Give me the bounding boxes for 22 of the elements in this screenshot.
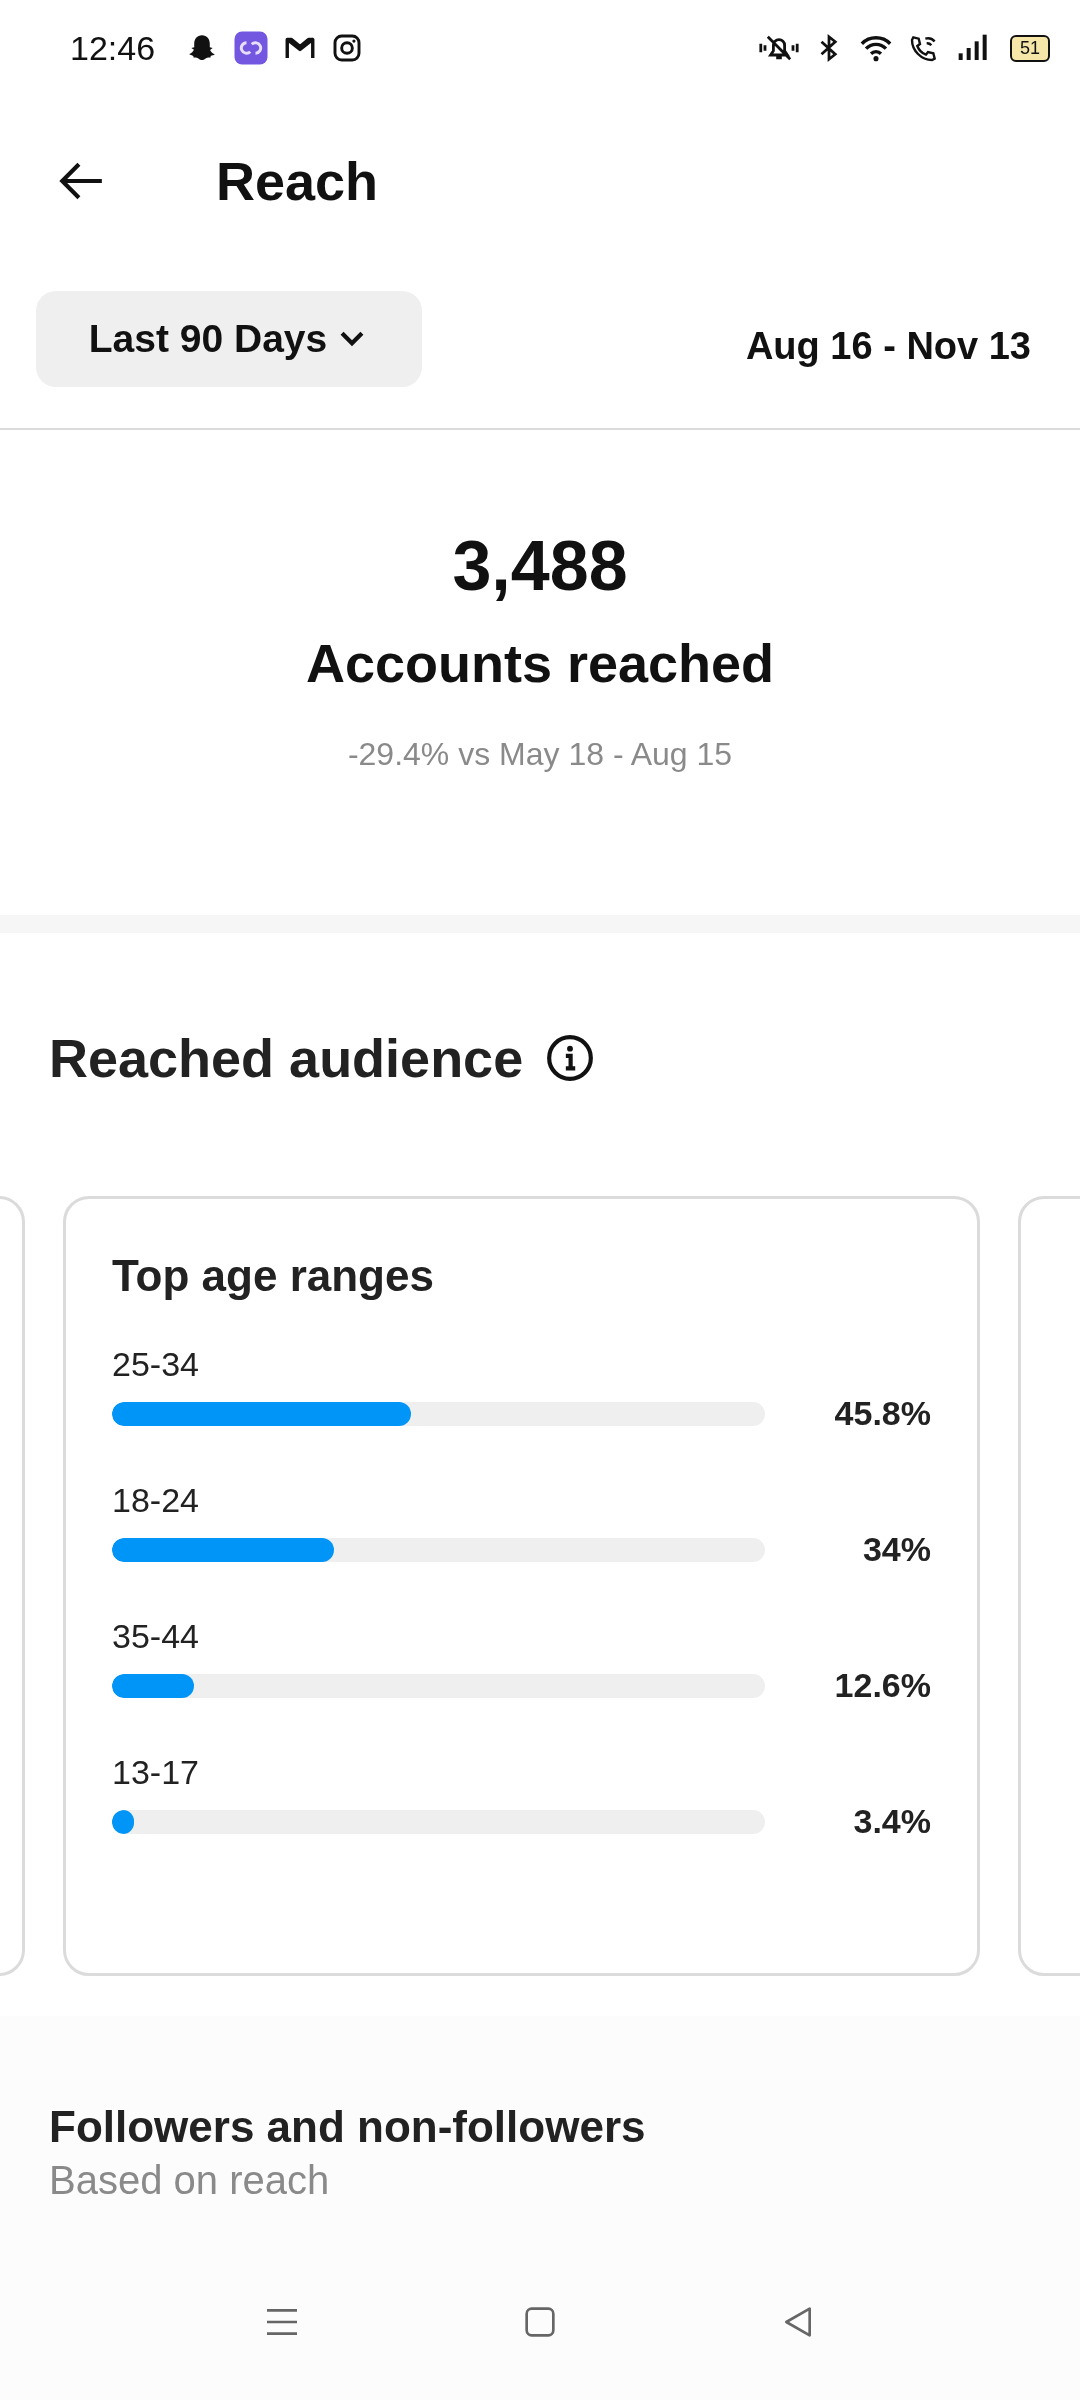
date-range-text: Aug 16 - Nov 13: [745, 324, 1031, 368]
section-title: Followers and non-followers: [49, 2102, 647, 2152]
percentage: 12.6%: [833, 1666, 931, 1705]
section-title: Reached audience: [49, 1027, 524, 1089]
accounts-count: 3,488: [452, 526, 628, 606]
battery-icon: 51: [1009, 34, 1050, 62]
date-range-dropdown[interactable]: Last 90 Days: [36, 291, 422, 387]
app-icon: [233, 30, 270, 66]
age-label: 13-17: [112, 1753, 200, 1792]
age-label: 35-44: [112, 1617, 200, 1656]
age-label: 25-34: [112, 1345, 200, 1384]
page-title: Reach: [216, 150, 379, 212]
percentage: 34%: [861, 1530, 931, 1569]
percentage: 45.8%: [833, 1394, 931, 1433]
age-label: 18-24: [112, 1481, 200, 1520]
section-subtitle: Based on reach: [49, 2158, 331, 2203]
comparison-text: -29.4% vs May 18 - Aug 15: [347, 736, 733, 773]
info-icon[interactable]: [545, 1033, 596, 1083]
status-time: 12:46: [70, 28, 156, 68]
card-title: Top age ranges: [112, 1251, 435, 1301]
accounts-label: Accounts reached: [305, 632, 775, 694]
percentage: 3.4%: [852, 1802, 931, 1841]
